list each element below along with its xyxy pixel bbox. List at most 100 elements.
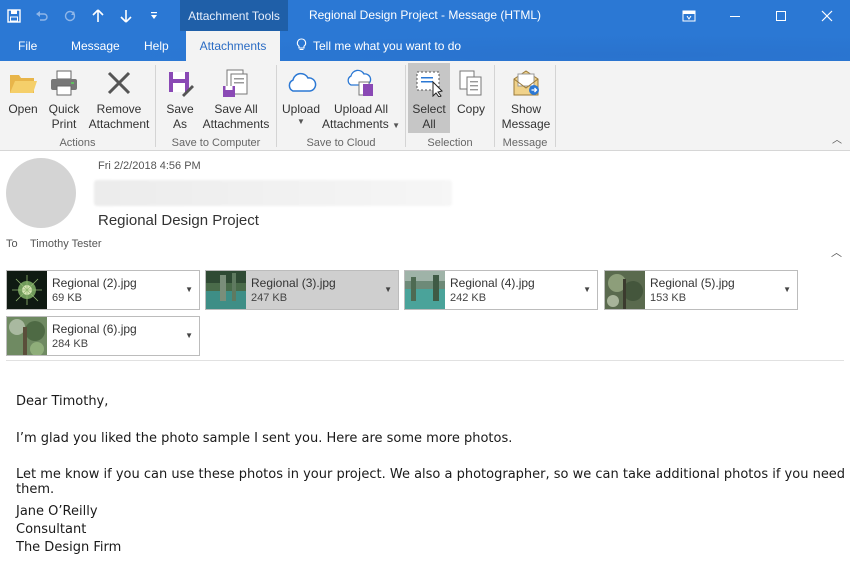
window-title: Regional Design Project - Message (HTML) — [308, 8, 542, 22]
attachment-size: 247 KB — [251, 292, 288, 304]
tell-me-label: Tell me what you want to do — [313, 39, 462, 53]
group-label-selection: Selection — [427, 137, 473, 149]
attachment-item[interactable]: Regional (4).jpg 242 KB ▼ — [404, 270, 598, 310]
attachment-item[interactable]: Regional (5).jpg 153 KB ▼ — [604, 270, 798, 310]
envelope-icon — [510, 67, 542, 99]
attachment-size: 284 KB — [52, 338, 89, 350]
sender-avatar — [6, 158, 76, 228]
message-subject: Regional Design Project — [98, 212, 259, 229]
select-all-icon — [413, 67, 445, 99]
printer-icon — [48, 67, 80, 99]
title-bar: Attachment Tools Regional Design Project… — [0, 0, 850, 31]
remove-label-1: Remove — [96, 102, 142, 116]
quick-print-label-1: Quick — [48, 102, 80, 116]
remove-x-icon — [103, 67, 135, 99]
copy-icon — [455, 67, 487, 99]
redo-icon[interactable] — [56, 0, 84, 31]
remove-attachment-button[interactable]: Remove Attachment — [86, 63, 152, 133]
upload-dropdown-icon[interactable]: ▼ — [297, 117, 305, 127]
save-all-icon — [220, 67, 252, 99]
group-label-save-to-cloud: Save to Cloud — [306, 137, 376, 149]
attachment-size: 153 KB — [650, 292, 687, 304]
attachment-dropdown-icon[interactable]: ▼ — [185, 331, 193, 340]
image-thumbnail — [206, 271, 246, 309]
tell-me-search[interactable]: Tell me what you want to do — [296, 31, 461, 61]
image-thumbnail — [605, 271, 645, 309]
ribbon: Open Quick Print Remove Attachment Actio… — [0, 61, 850, 151]
quick-print-button[interactable]: Quick Print — [44, 63, 84, 133]
close-icon[interactable] — [804, 0, 850, 31]
divider — [6, 360, 844, 361]
collapse-header-icon[interactable]: ︿ — [831, 244, 842, 260]
upload-all-label-2: Attachments ▼ — [322, 117, 400, 132]
upload-all-icon — [345, 67, 377, 99]
attachment-item[interactable]: Regional (6).jpg 284 KB ▼ — [6, 316, 200, 356]
image-thumbnail — [7, 271, 47, 309]
open-button[interactable]: Open — [4, 63, 42, 133]
window-controls — [666, 0, 850, 31]
up-arrow-icon[interactable] — [84, 0, 112, 31]
maximize-icon[interactable] — [758, 0, 804, 31]
signature-title: Consultant — [16, 522, 87, 537]
save-as-icon — [164, 67, 196, 99]
select-all-label-2: All — [422, 117, 436, 131]
show-message-label-2: Message — [501, 117, 551, 131]
image-thumbnail — [7, 317, 47, 355]
attachment-item[interactable]: Regional (2).jpg 69 KB ▼ — [6, 270, 200, 310]
save-all-label-1: Save All — [214, 102, 258, 116]
save-all-attachments-button[interactable]: Save All Attachments — [200, 63, 272, 133]
sender-name-redacted — [94, 180, 452, 206]
upload-button[interactable]: Upload ▼ — [279, 63, 323, 133]
attachment-dropdown-icon[interactable]: ▼ — [185, 285, 193, 294]
upload-all-dropdown-icon[interactable]: ▼ — [392, 121, 400, 130]
group-label-actions: Actions — [59, 137, 96, 149]
upload-all-label-1: Upload All — [333, 102, 389, 116]
attachment-size: 242 KB — [450, 292, 487, 304]
attachment-dropdown-icon[interactable]: ▼ — [384, 285, 392, 294]
body-greeting: Dear Timothy, — [16, 394, 109, 409]
lightbulb-icon — [296, 37, 307, 55]
image-thumbnail — [405, 271, 445, 309]
customize-qat-icon[interactable] — [140, 0, 168, 31]
upload-all-attachments-button[interactable]: Upload All Attachments ▼ — [321, 63, 401, 133]
upload-label: Upload — [281, 102, 321, 116]
down-arrow-icon[interactable] — [112, 0, 140, 31]
save-as-label-2: As — [172, 117, 187, 131]
select-all-button[interactable]: Select All — [408, 63, 450, 133]
save-as-label-1: Save — [166, 102, 194, 116]
attachment-dropdown-icon[interactable]: ▼ — [783, 285, 791, 294]
show-message-button[interactable]: Show Message — [501, 63, 551, 133]
quick-print-label-2: Print — [51, 117, 77, 131]
collapse-ribbon-icon[interactable]: ︿ — [832, 131, 842, 146]
copy-button[interactable]: Copy — [452, 63, 490, 133]
attachment-item[interactable]: Regional (3).jpg 247 KB ▼ — [205, 270, 399, 310]
remove-label-2: Attachment — [88, 117, 150, 131]
attachment-name: Regional (4).jpg — [450, 276, 535, 290]
folder-open-icon — [7, 67, 39, 99]
copy-label: Copy — [456, 102, 485, 116]
undo-icon[interactable] — [28, 0, 56, 31]
show-message-label-1: Show — [510, 102, 542, 116]
cloud-icon — [285, 67, 317, 99]
signature-company: The Design Firm — [16, 540, 122, 555]
group-label-save-to-computer: Save to Computer — [171, 137, 261, 149]
save-as-button[interactable]: Save As — [162, 63, 198, 133]
body-paragraph: I’m glad you liked the photo sample I se… — [16, 431, 513, 446]
ribbon-display-icon[interactable] — [666, 0, 712, 31]
minimize-icon[interactable] — [712, 0, 758, 31]
tab-file[interactable]: File — [18, 31, 37, 61]
recipient-name[interactable]: Timothy Tester — [30, 238, 102, 250]
attachment-dropdown-icon[interactable]: ▼ — [583, 285, 591, 294]
attachment-name: Regional (3).jpg — [251, 276, 336, 290]
body-paragraph: Let me know if you can use these photos … — [16, 467, 846, 497]
save-all-label-2: Attachments — [202, 117, 270, 131]
tab-message[interactable]: Message — [71, 31, 120, 61]
attachment-name: Regional (6).jpg — [52, 322, 137, 336]
group-save-to-computer: Save As Save All Attachments Save to Com… — [156, 61, 276, 151]
context-tab-attachment-tools: Attachment Tools — [180, 0, 288, 31]
tab-help[interactable]: Help — [144, 31, 169, 61]
tab-attachments[interactable]: Attachments — [186, 31, 280, 61]
save-icon[interactable] — [0, 0, 28, 31]
group-save-to-cloud: Upload ▼ Upload All Attachments ▼ Save t… — [277, 61, 405, 151]
group-separator — [555, 65, 556, 147]
